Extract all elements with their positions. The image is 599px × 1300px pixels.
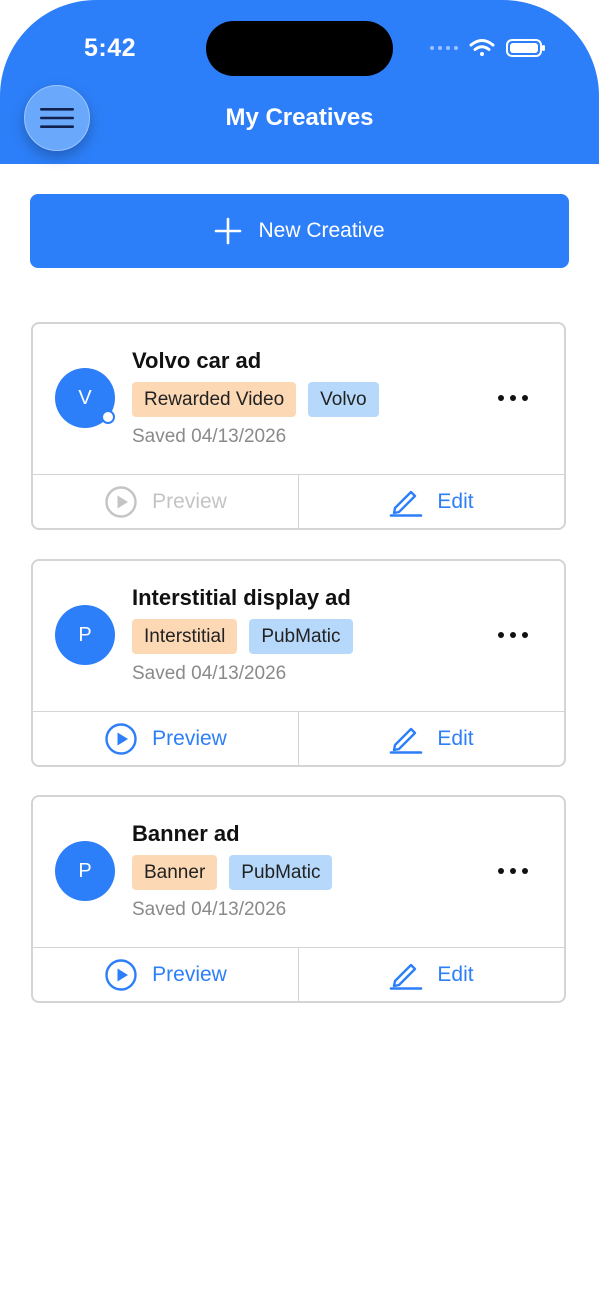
pencil-icon (390, 963, 423, 990)
avatar: P (55, 841, 115, 901)
tag-list: Interstitial PubMatic (132, 619, 353, 654)
creative-title: Interstitial display ad (132, 585, 351, 610)
creative-card: P Interstitial display ad Interstitial P… (31, 559, 566, 767)
wifi-icon (469, 39, 495, 56)
dynamic-island (206, 21, 393, 76)
preview-button[interactable]: Preview (33, 475, 298, 529)
avatar: P (55, 605, 115, 665)
new-creative-button[interactable]: New Creative (30, 194, 569, 268)
card-actions: Preview Edit (33, 947, 564, 1002)
more-options-button[interactable] (491, 853, 535, 889)
preview-button[interactable]: Preview (33, 712, 298, 766)
brand-tag: PubMatic (229, 855, 333, 890)
tag-list: Banner PubMatic (132, 855, 333, 890)
more-icon (498, 632, 528, 638)
battery-icon (506, 39, 545, 57)
creative-title: Banner ad (132, 821, 240, 846)
avatar-letter: P (78, 859, 92, 882)
plus-icon (215, 217, 242, 245)
more-options-button[interactable] (491, 617, 535, 653)
avatar: V (55, 368, 115, 428)
type-tag: Interstitial (132, 619, 238, 654)
page-title: My Creatives (225, 104, 374, 131)
status-time: 5:42 (84, 34, 137, 62)
preview-label: Preview (152, 490, 227, 513)
edit-label: Edit (437, 490, 474, 513)
edit-button[interactable]: Edit (298, 712, 564, 766)
edit-label: Edit (437, 727, 474, 750)
more-options-button[interactable] (491, 380, 535, 416)
brand-tag: PubMatic (249, 619, 353, 654)
type-tag: Banner (132, 855, 218, 890)
play-circle-icon (105, 723, 137, 755)
creative-card: V Volvo car ad Rewarded Video Volvo Save… (31, 322, 566, 530)
tag-list: Rewarded Video Volvo (132, 382, 379, 417)
app-header: 5:42 My Creatives (0, 0, 599, 164)
status-dot (101, 410, 115, 424)
pencil-icon (390, 727, 423, 754)
saved-date: Saved 04/13/2026 (132, 663, 287, 684)
edit-button[interactable]: Edit (298, 475, 564, 529)
creative-title: Volvo car ad (132, 348, 262, 373)
saved-date: Saved 04/13/2026 (132, 426, 287, 447)
edit-button[interactable]: Edit (298, 948, 564, 1002)
preview-label: Preview (152, 727, 227, 750)
signal-icon (430, 46, 458, 50)
preview-button[interactable]: Preview (33, 948, 298, 1002)
creative-card: P Banner ad Banner PubMatic Saved 04/13/… (31, 795, 566, 1003)
card-actions: Preview Edit (33, 474, 564, 529)
preview-label: Preview (152, 963, 227, 986)
brand-tag: Volvo (308, 382, 379, 417)
saved-date: Saved 04/13/2026 (132, 899, 287, 920)
type-tag: Rewarded Video (132, 382, 297, 417)
play-circle-icon (105, 486, 137, 518)
new-creative-label: New Creative (258, 219, 385, 242)
play-circle-icon (105, 959, 137, 991)
app-screen: 5:42 My Creatives New Creative V Volvo c… (0, 0, 599, 1300)
more-icon (498, 868, 528, 874)
avatar-letter: V (78, 386, 92, 409)
card-actions: Preview Edit (33, 711, 564, 766)
pencil-icon (390, 490, 423, 517)
more-icon (498, 395, 528, 401)
avatar-letter: P (78, 623, 92, 646)
edit-label: Edit (437, 963, 474, 986)
status-icons (430, 39, 545, 57)
